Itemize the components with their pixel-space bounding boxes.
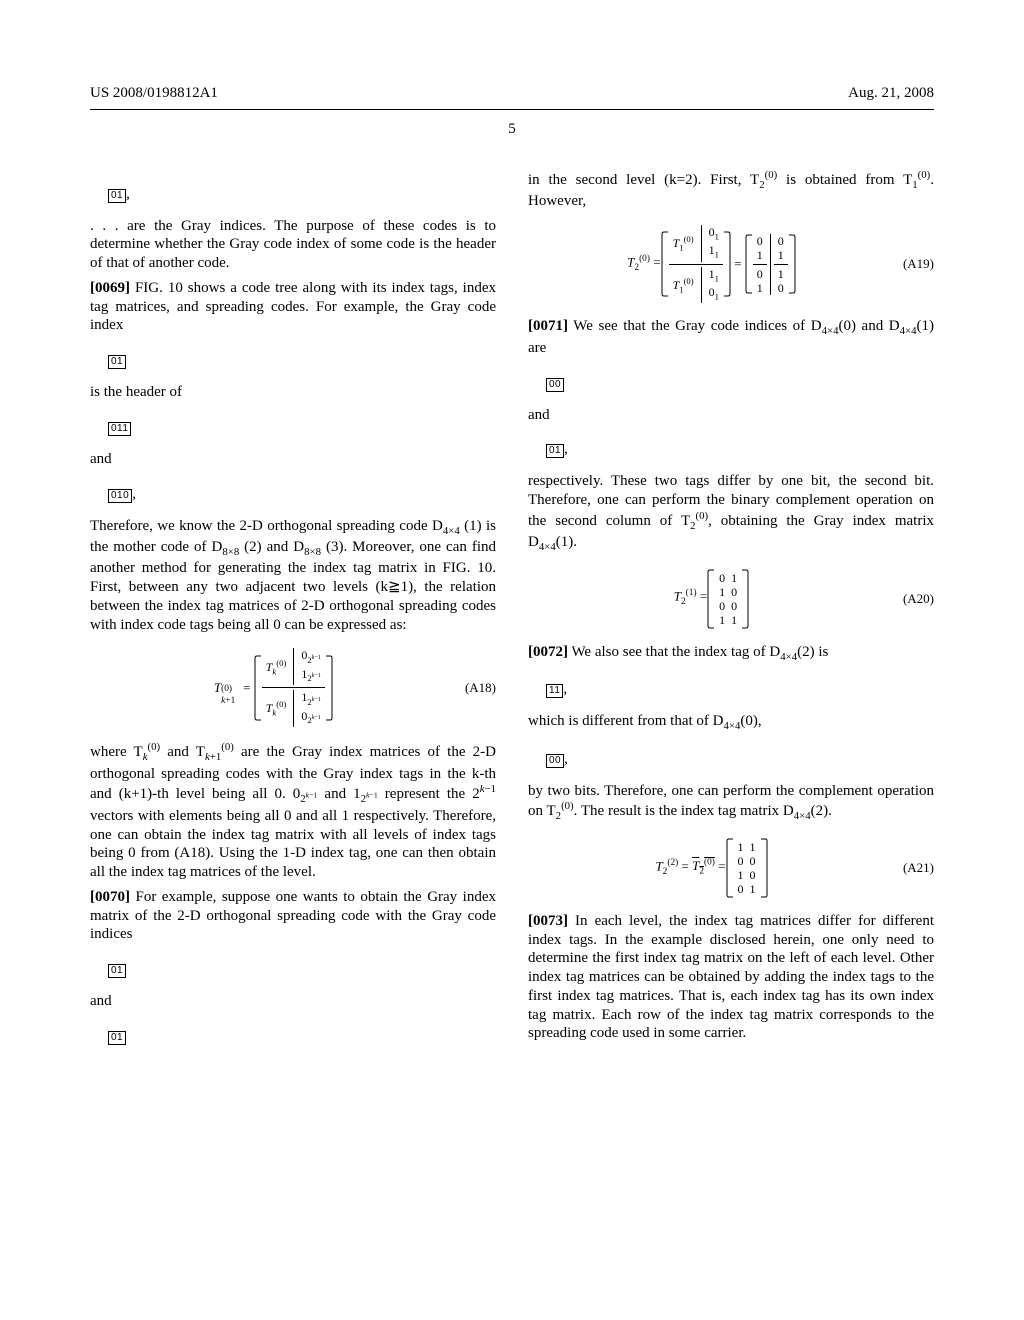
paragraph-ref: [0069] <box>90 280 130 296</box>
paragraph: where Tk(0) and Tk+1(0) are the Gray ind… <box>90 741 496 882</box>
paragraph: in the second level (k=2). First, T2(0) … <box>528 169 934 211</box>
gray-code-box: 01 <box>546 444 564 458</box>
paragraph: [0073] In each level, the index tag matr… <box>528 912 934 1043</box>
gray-code-box: 01 <box>108 964 126 978</box>
gray-code-box: 010 <box>108 489 132 503</box>
paragraph: [0071] We see that the Gray code indices… <box>528 317 934 357</box>
page-header: US 2008/0198812A1 Aug. 21, 2008 <box>90 84 934 103</box>
paragraph: [0072] We also see that the index tag of… <box>528 643 934 664</box>
publication-number: US 2008/0198812A1 <box>90 84 218 103</box>
equation-a20: T2(1) = 0 1 1 0 0 0 1 1 (A20) <box>528 569 934 629</box>
paragraph: by two bits. Therefore, one can perform … <box>528 782 934 824</box>
equation-label: (A19) <box>903 256 934 272</box>
paragraph-ref: [0070] <box>90 889 130 905</box>
paragraph-ref: [0072] <box>528 644 568 660</box>
paragraph: and <box>528 406 934 425</box>
paragraph: Therefore, we know the 2-D orthogonal sp… <box>90 517 496 635</box>
gray-code-box: 01 <box>108 355 126 369</box>
page: US 2008/0198812A1 Aug. 21, 2008 5 01, . … <box>0 0 1024 1320</box>
paragraph: and <box>90 450 496 469</box>
paragraph: [0069] FIG. 10 shows a code tree along w… <box>90 279 496 335</box>
equation-label: (A20) <box>903 591 934 607</box>
gray-code-box: 11 <box>546 684 563 698</box>
paragraph: [0070] For example, suppose one wants to… <box>90 888 496 944</box>
gray-code-box: 01 <box>108 189 126 203</box>
paragraph-ref: [0071] <box>528 318 568 334</box>
gray-code-box: 00 <box>546 378 564 392</box>
equation-a21: T2(2) = T2(0) = 1 1 0 0 1 0 0 1 (A21) <box>528 838 934 898</box>
gray-code-box: 01 <box>108 1031 126 1045</box>
paragraph-ref: [0073] <box>528 913 568 929</box>
gray-code-box: 011 <box>108 422 131 436</box>
equation-label: (A21) <box>903 860 934 876</box>
paragraph: respectively. These two tags differ by o… <box>528 472 934 554</box>
paragraph: . . . are the Gray indices. The purpose … <box>90 217 496 273</box>
page-number: 5 <box>90 120 934 139</box>
equation-label: (A18) <box>465 680 496 696</box>
equation-a19: T2(0) = T1(0) 0111 T1(0) 1101 <box>528 225 934 304</box>
publication-date: Aug. 21, 2008 <box>848 84 934 103</box>
paragraph: which is different from that of D4×4(0), <box>528 712 934 733</box>
equation-a18: T(0)k+1= Tk(0) 02k−112k−1 Tk(0) 12k−102 <box>90 648 496 727</box>
gray-code-box: 00 <box>546 754 564 768</box>
header-rule <box>90 109 934 110</box>
paragraph: is the header of <box>90 383 496 402</box>
body-columns: 01, . . . are the Gray indices. The purp… <box>90 169 934 1264</box>
paragraph: and <box>90 992 496 1011</box>
